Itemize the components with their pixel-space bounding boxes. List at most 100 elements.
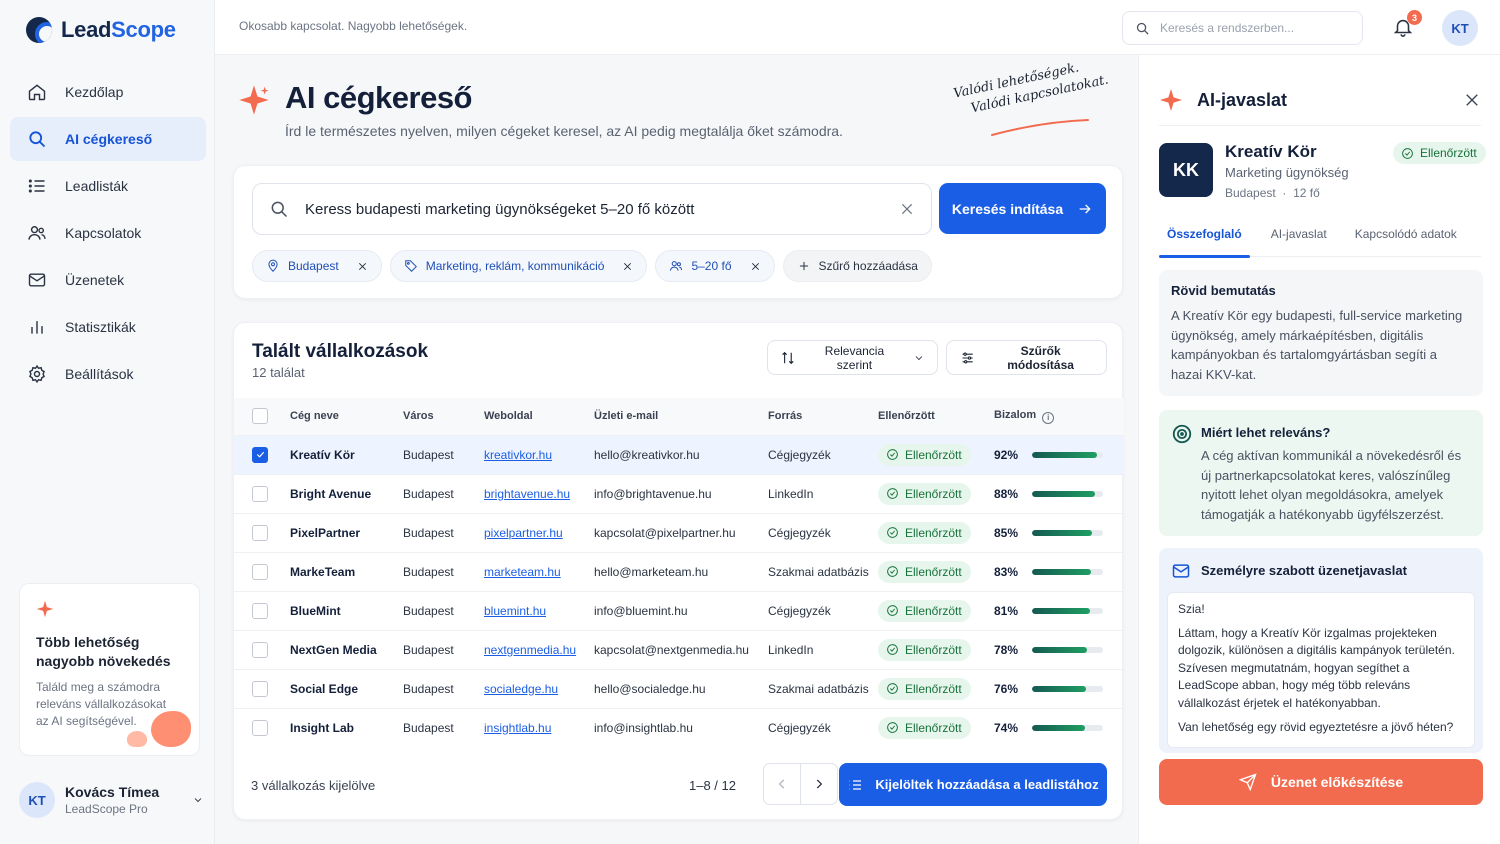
add-filter-button[interactable]: Szűrő hozzáadása xyxy=(782,250,932,282)
website-link[interactable]: bluemint.hu xyxy=(484,604,546,618)
website-link[interactable]: insightlab.hu xyxy=(484,721,551,735)
tab-related-data[interactable]: Kapcsolódó adatok xyxy=(1347,227,1465,257)
avatar[interactable]: KT xyxy=(1442,10,1478,46)
confidence-cell: 88% xyxy=(994,473,1124,513)
table-row[interactable]: NextGen Media Budapest nextgenmedia.hu kapc… xyxy=(234,629,1124,669)
email-cell: kapcsolat@nextgenmedia.hu xyxy=(594,629,768,669)
website-link[interactable]: nextgenmedia.hu xyxy=(484,643,576,657)
relevance-title: Miért lehet releváns? xyxy=(1201,425,1331,440)
column-header[interactable]: Üzleti e-mail xyxy=(594,398,768,435)
row-checkbox[interactable] xyxy=(252,602,268,619)
close-icon[interactable] xyxy=(899,201,915,217)
topbar: Okosabb kapcsolat. Nagyobb lehetőségek. … xyxy=(215,0,1500,55)
verified-cell: Ellenőrzött xyxy=(878,551,994,591)
row-checkbox[interactable] xyxy=(252,641,268,658)
select-all-checkbox[interactable] xyxy=(252,408,268,425)
table-row[interactable]: MarkeTeam Budapest marketeam.hu hello@marke… xyxy=(234,551,1124,591)
sparkle-icon xyxy=(36,600,54,618)
row-checkbox[interactable] xyxy=(252,563,268,580)
column-header[interactable]: Bizalom i xyxy=(994,398,1124,435)
sidebar-item-label: Kapcsolatok xyxy=(65,225,142,241)
column-header[interactable]: Forrás xyxy=(768,398,878,435)
notifications-button[interactable]: 3 xyxy=(1392,10,1422,40)
filter-chips: Budapest Marketing, reklám, kommunikáció… xyxy=(252,250,932,282)
column-header[interactable]: Weboldal xyxy=(484,398,594,435)
add-to-leadlist-button[interactable]: Kijelöltek hozzáadása a leadlistához xyxy=(839,763,1107,806)
ai-search-input[interactable] xyxy=(305,200,883,218)
website-link[interactable]: socialedge.hu xyxy=(484,682,558,696)
info-icon[interactable]: i xyxy=(1042,411,1055,424)
column-header[interactable]: Cég neve xyxy=(290,398,403,435)
website-link[interactable]: brightavenue.hu xyxy=(484,487,570,501)
source-cell: Szakmai adatbázis xyxy=(768,551,878,591)
promo-text: Találd meg a számodra releváns vállalkoz… xyxy=(36,680,167,728)
chevron-down-icon[interactable] xyxy=(192,794,204,806)
table-row[interactable]: Insight Lab Budapest insightlab.hu info@ins… xyxy=(234,707,1124,747)
website-link[interactable]: kreativkor.hu xyxy=(484,448,552,462)
verified-badge: Ellenőrzött xyxy=(878,677,971,700)
tab-summary[interactable]: Összefoglaló xyxy=(1159,227,1250,258)
row-checkbox[interactable] xyxy=(252,524,268,541)
summary-text: A Kreatív Kör egy budapesti, full-servic… xyxy=(1171,308,1463,382)
email-cell: info@brightavenue.hu xyxy=(594,473,768,513)
sidebar-item-home[interactable]: Kezdőlap xyxy=(10,70,206,114)
prepare-message-button[interactable]: Üzenet előkészítése xyxy=(1159,759,1483,805)
company-name-cell: Social Edge xyxy=(290,668,403,708)
sidebar-nav: Kezdőlap AI cégkereső Leadlisták Kapcsol… xyxy=(10,70,206,399)
search-icon xyxy=(271,201,288,218)
start-search-button[interactable]: Keresés indítása xyxy=(939,183,1106,234)
confidence-value: 92% xyxy=(994,447,1019,462)
sidebar-item-leadlists[interactable]: Leadlisták xyxy=(10,164,206,208)
city-cell: Budapest xyxy=(403,512,484,552)
prev-page-button[interactable] xyxy=(763,763,801,805)
sidebar-item-contacts[interactable]: Kapcsolatok xyxy=(10,211,206,255)
sidebar-item-ai-search[interactable]: AI cégkereső xyxy=(10,117,206,161)
check-circle-icon xyxy=(887,488,898,499)
bar-chart-icon xyxy=(31,321,43,334)
table-row[interactable]: BlueMint Budapest bluemint.hu info@bluemint… xyxy=(234,590,1124,630)
verified-badge: Ellenőrzött xyxy=(878,599,971,622)
row-checkbox[interactable] xyxy=(252,485,268,502)
table-row[interactable]: Kreatív Kör Budapest kreativkor.hu hello@kr… xyxy=(234,434,1124,474)
close-icon[interactable] xyxy=(1463,91,1481,109)
sidebar-item-messages[interactable]: Üzenetek xyxy=(10,258,206,302)
table-row[interactable]: Social Edge Budapest socialedge.hu hello@so… xyxy=(234,668,1124,708)
sidebar-item-label: AI cégkereső xyxy=(65,131,153,147)
close-icon[interactable] xyxy=(357,261,368,272)
close-icon[interactable] xyxy=(622,261,633,272)
filter-chip-size[interactable]: 5–20 fő xyxy=(655,250,775,282)
website-link[interactable]: pixelpartner.hu xyxy=(484,526,563,540)
next-page-button[interactable] xyxy=(800,763,838,805)
promo-card: Több lehetőség nagyobb növekedés Találd … xyxy=(19,583,200,756)
close-icon[interactable] xyxy=(750,261,761,272)
row-checkbox[interactable] xyxy=(252,680,268,697)
tagline: Okosabb kapcsolat. Nagyobb lehetőségek. xyxy=(239,19,468,33)
global-search-input[interactable] xyxy=(1160,21,1340,35)
global-search[interactable] xyxy=(1122,11,1363,45)
column-header[interactable]: Ellenőrzött xyxy=(878,398,994,435)
sidebar-item-stats[interactable]: Statisztikák xyxy=(10,305,206,349)
user-menu[interactable]: KT Kovács Tímea LeadScope Pro xyxy=(19,775,204,825)
row-checkbox[interactable] xyxy=(252,446,268,463)
modify-filters-button[interactable]: Szűrők módosítása xyxy=(946,340,1107,375)
tab-ai-suggestion[interactable]: AI-javaslat xyxy=(1263,227,1335,257)
message-suggestion-box: Személyre szabott üzenetjavaslat Szia! L… xyxy=(1159,548,1483,753)
ai-suggestion-panel: AI-javaslat KK Kreatív Kör Marketing ügy… xyxy=(1138,55,1500,844)
filter-chip-location[interactable]: Budapest xyxy=(252,250,382,282)
map-pin-icon xyxy=(268,259,278,272)
sort-dropdown[interactable]: Relevancia szerint xyxy=(767,340,938,375)
logo[interactable]: LeadScope xyxy=(26,17,176,43)
ai-search-box[interactable] xyxy=(252,183,932,235)
table-row[interactable]: PixelPartner Budapest pixelpartner.hu kapcs… xyxy=(234,512,1124,552)
decorative-blob xyxy=(127,731,147,747)
filter-chip-industry[interactable]: Marketing, reklám, kommunikáció xyxy=(389,250,648,282)
table-row[interactable]: Bright Avenue Budapest brightavenue.hu info… xyxy=(234,473,1124,513)
row-checkbox[interactable] xyxy=(252,719,268,736)
column-header[interactable]: Város xyxy=(403,398,484,435)
search-icon xyxy=(29,131,46,148)
sidebar-item-settings[interactable]: Beállítások xyxy=(10,352,206,396)
tag-icon xyxy=(404,260,417,272)
message-textarea[interactable]: Szia! Láttam, hogy a Kreatív Kör izgalma… xyxy=(1167,592,1475,748)
website-link[interactable]: marketeam.hu xyxy=(484,565,561,579)
summary-title: Rövid bemutatás xyxy=(1171,283,1276,298)
